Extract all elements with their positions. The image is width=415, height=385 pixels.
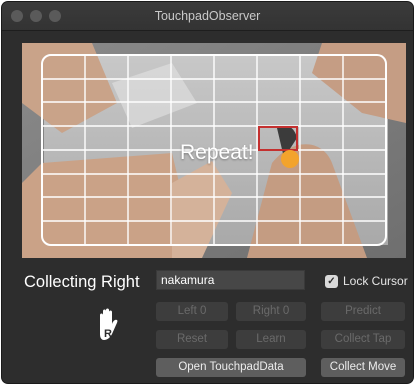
camera-view: Repeat! [22, 43, 406, 258]
title-bar[interactable]: TouchpadObserver [2, 2, 413, 31]
app-window: TouchpadObserver Repeat! Collecting Righ… [2, 2, 413, 383]
user-name-field[interactable] [156, 270, 305, 290]
collect-tap-button[interactable]: Collect Tap [321, 330, 405, 349]
svg-text:R: R [104, 328, 112, 340]
lock-cursor-label: Lock Cursor [343, 274, 408, 288]
hand-right-icon: R [100, 308, 118, 340]
open-touchpad-data-button[interactable]: Open TouchpadData [156, 358, 306, 377]
right0-button[interactable]: Right 0 [236, 302, 306, 321]
lock-cursor-checkbox[interactable]: ✓ Lock Cursor [325, 274, 408, 288]
repeat-prompt: Repeat! [180, 141, 254, 164]
cursor-position-dot [281, 150, 299, 168]
predict-button[interactable]: Predict [321, 302, 405, 321]
collecting-status: Collecting Right [24, 273, 140, 291]
reset-button[interactable]: Reset [156, 330, 228, 349]
checkmark-icon[interactable]: ✓ [325, 274, 338, 288]
collect-move-button[interactable]: Collect Move [321, 358, 405, 377]
target-cell-highlight [258, 126, 298, 151]
left0-button[interactable]: Left 0 [156, 302, 228, 321]
learn-button[interactable]: Learn [236, 330, 306, 349]
window-title: TouchpadObserver [154, 9, 261, 23]
